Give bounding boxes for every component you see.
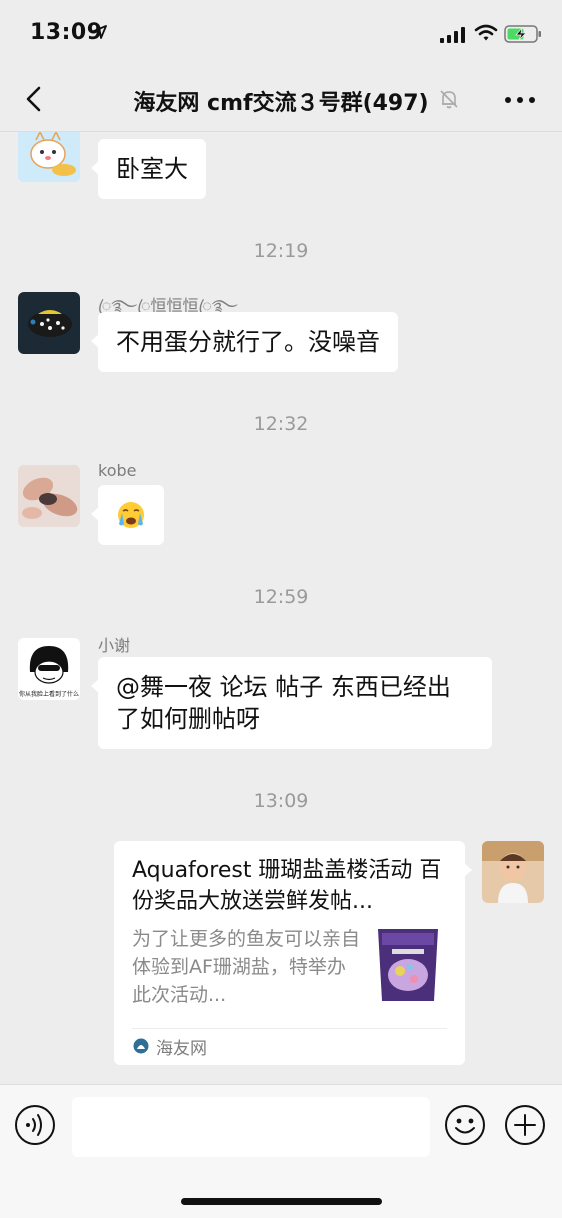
meme-avatar[interactable]: 你从我脸上看到了什么 (18, 638, 80, 700)
location-arrow-icon (93, 25, 107, 39)
source-logo-icon (133, 1038, 149, 1054)
cellular-signal-icon (440, 27, 465, 43)
message-bubble[interactable] (91, 485, 164, 545)
timestamp: 12:32 (253, 413, 309, 435)
baby-photo-avatar[interactable] (482, 841, 544, 903)
salt-bag-thumbnail (368, 923, 448, 1005)
status-bar: 13:09 (0, 0, 562, 66)
link-card-title: Aquaforest 珊瑚盐盖楼活动 百份奖品大放送尝鲜发帖... (132, 858, 442, 914)
sender-name: kobe (98, 461, 137, 480)
chat-title: 海友网 cmf交流３号群(497) (133, 91, 429, 116)
hands-photo-avatar[interactable] (18, 465, 80, 527)
chat-area[interactable]: 卧室大 12:19 ꦿ࿐ꦿ恒恒恒ꦿ࿐ 不用蛋分就行了。没噪音 12:32 kob… (0, 132, 562, 1084)
status-time: 13:09 (30, 20, 103, 45)
plus-circle-icon[interactable] (504, 1104, 546, 1146)
pufferfish-avatar[interactable] (18, 292, 80, 354)
more-options-button[interactable] (502, 94, 538, 106)
cartoon-cat-avatar[interactable] (18, 132, 80, 182)
wifi-icon (474, 24, 498, 41)
timestamp: 12:19 (253, 240, 309, 262)
smiley-icon[interactable] (444, 1104, 486, 1146)
link-card-description: 为了让更多的鱼友可以亲自体验到AF珊湖盐，特举办此次活动... (132, 928, 361, 1006)
timestamp: 13:09 (253, 790, 309, 812)
message-bubble[interactable]: 不用蛋分就行了。没噪音 (91, 312, 398, 372)
link-card-source: 海友网 (156, 1039, 207, 1059)
message-bubble[interactable]: 卧室大 (91, 139, 206, 199)
nav-bar: 海友网 cmf交流３号群(497) (0, 66, 562, 132)
crying-face-emoji (118, 502, 144, 528)
link-card[interactable]: Aquaforest 珊瑚盐盖楼活动 百份奖品大放送尝鲜发帖... 为了让更多的… (114, 841, 472, 1065)
sender-name: 小谢 (98, 636, 131, 655)
message-bubble[interactable]: @舞一夜 论坛 帖子 东西已经出了如何删帖呀 (91, 657, 492, 749)
voice-icon[interactable] (14, 1104, 56, 1146)
home-indicator[interactable] (181, 1198, 382, 1205)
bell-slash-icon (440, 90, 458, 109)
battery-charging-icon (504, 25, 541, 43)
link-card-divider (132, 1028, 447, 1029)
meme-caption: 你从我脸上看到了什么 (18, 691, 79, 698)
message-input[interactable] (72, 1097, 430, 1157)
timestamp: 12:59 (253, 586, 309, 608)
